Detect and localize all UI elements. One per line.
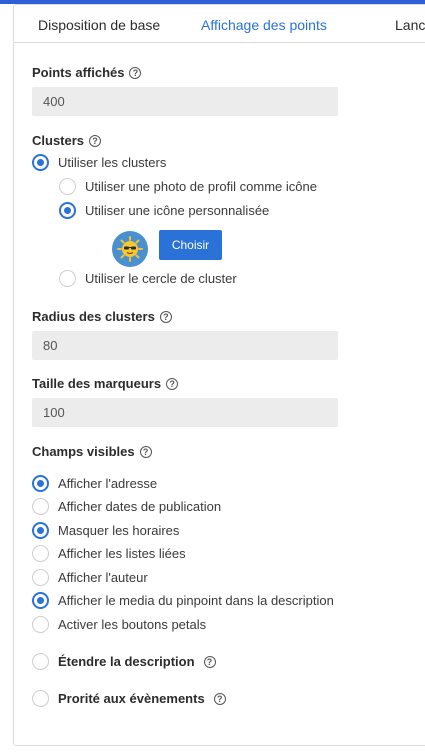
custom-icon-label: Utiliser une icône personnalisée (85, 203, 270, 218)
tab-bar: Disposition de base Affichage des points… (14, 5, 425, 43)
field-option-label: Afficher le media du pinpoint dans la de… (58, 593, 334, 608)
field-option-hide-hours[interactable]: Masquer les horaires (32, 522, 179, 539)
use-clusters-label: Utiliser les clusters (58, 155, 167, 170)
field-option-label: Afficher l'adresse (58, 476, 158, 491)
sun-sunglasses-icon (117, 236, 143, 262)
cluster-custom-icon (112, 231, 148, 267)
help-icon[interactable]: ? (203, 655, 216, 668)
field-option-publication-dates[interactable]: Afficher dates de publication (32, 498, 221, 515)
visible-fields-label-text: Champs visibles (32, 444, 135, 459)
marker-size-label-text: Taille des marqueurs (32, 376, 162, 391)
tab-disposition-de-base[interactable]: Disposition de base (38, 17, 160, 33)
radio-unchecked[interactable] (32, 616, 49, 633)
field-option-label: Afficher les listes liées (58, 546, 186, 561)
help-icon[interactable]: ? (89, 134, 102, 147)
cluster-circle-option[interactable]: Utiliser le cercle de cluster (59, 270, 237, 287)
radio-unchecked[interactable] (32, 569, 49, 586)
radio-checked[interactable] (32, 154, 49, 171)
field-option-author[interactable]: Afficher l'auteur (32, 569, 148, 586)
field-option-address[interactable]: Afficher l'adresse (32, 475, 157, 492)
field-option-petal-buttons[interactable]: Activer les boutons petals (32, 616, 206, 633)
help-icon[interactable]: ? (159, 310, 172, 323)
marker-size-label: Taille des marqueurs ? (32, 376, 179, 391)
field-option-linked-lists[interactable]: Afficher les listes liées (32, 545, 186, 562)
radio-checked[interactable] (32, 475, 49, 492)
radio-unchecked[interactable] (32, 653, 49, 670)
events-priority-option[interactable]: Prorité aux évènements ? (32, 690, 226, 707)
radio-unchecked[interactable] (59, 270, 76, 287)
field-option-label: Activer les boutons petals (58, 617, 207, 632)
help-icon[interactable]: ? (139, 445, 152, 458)
points-input[interactable] (32, 87, 338, 116)
clusters-label: Clusters ? (32, 133, 102, 148)
use-clusters-option[interactable]: Utiliser les clusters (32, 154, 166, 171)
radius-label: Radius des clusters ? (32, 309, 172, 324)
cluster-circle-label: Utiliser le cercle de cluster (85, 271, 237, 286)
choose-button[interactable]: Choisir (159, 230, 222, 260)
radio-checked[interactable] (32, 592, 49, 609)
tab-affichage-des-points[interactable]: Affichage des points (201, 17, 327, 33)
field-option-label: Afficher l'auteur (58, 570, 148, 585)
custom-icon-option[interactable]: Utiliser une icône personnalisée (59, 202, 269, 219)
field-option-label: Masquer les horaires (58, 523, 180, 538)
events-priority-label: Prorité aux évènements (58, 691, 205, 706)
clusters-label-text: Clusters (32, 133, 85, 148)
tab-lance[interactable]: Lance (395, 17, 425, 33)
marker-size-input[interactable] (32, 398, 338, 427)
points-label-text: Points affichés (32, 65, 125, 80)
help-icon[interactable]: ? (129, 66, 142, 79)
settings-panel: Disposition de base Affichage des points… (13, 4, 425, 746)
profile-photo-option[interactable]: Utiliser une photo de profil comme icône (59, 178, 317, 195)
help-icon[interactable]: ? (213, 692, 226, 705)
radio-unchecked[interactable] (32, 498, 49, 515)
radius-label-text: Radius des clusters (32, 309, 155, 324)
radio-unchecked[interactable] (32, 690, 49, 707)
field-option-pinpoint-media[interactable]: Afficher le media du pinpoint dans la de… (32, 592, 334, 609)
points-label: Points affichés ? (32, 65, 142, 80)
extend-description-label: Étendre la description (58, 654, 195, 669)
radio-checked[interactable] (59, 202, 76, 219)
radio-checked[interactable] (32, 522, 49, 539)
radio-unchecked[interactable] (59, 178, 76, 195)
field-option-label: Afficher dates de publication (58, 499, 222, 514)
profile-photo-label: Utiliser une photo de profil comme icône (85, 179, 317, 194)
visible-fields-label: Champs visibles ? (32, 444, 152, 459)
extend-description-option[interactable]: Étendre la description ? (32, 653, 216, 670)
radio-unchecked[interactable] (32, 545, 49, 562)
help-icon[interactable]: ? (166, 377, 179, 390)
radius-input[interactable] (32, 331, 338, 360)
